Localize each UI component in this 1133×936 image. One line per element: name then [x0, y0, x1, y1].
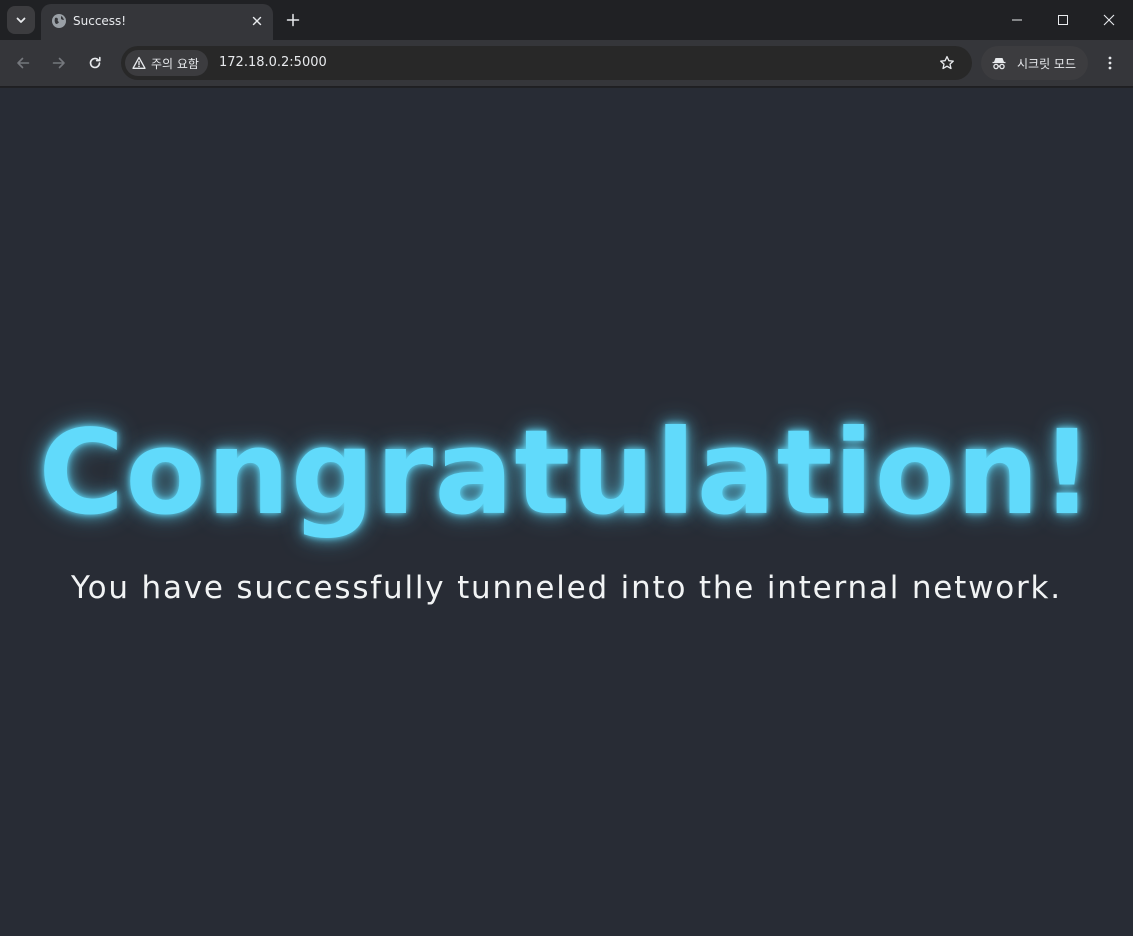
forward-button[interactable] [47, 51, 71, 75]
arrow-right-icon [52, 57, 65, 69]
browser-title-bar: Success! [0, 0, 1133, 40]
plus-icon [286, 13, 300, 27]
close-icon [1103, 14, 1115, 26]
star-icon [940, 55, 954, 70]
warning-icon [132, 56, 146, 69]
new-tab-button[interactable] [282, 9, 304, 31]
chevron-down-icon [16, 17, 26, 23]
bookmark-button[interactable] [938, 54, 956, 72]
url-text[interactable]: 172.18.0.2:5000 [219, 55, 327, 70]
arrow-left-icon [17, 57, 30, 69]
success-message: You have successfully tunneled into the … [71, 570, 1062, 606]
incognito-icon [992, 58, 1006, 70]
success-hero: Congratulation! You have successfully tu… [0, 88, 1133, 936]
close-window-button[interactable] [1086, 0, 1132, 40]
maximize-button[interactable] [1040, 0, 1086, 40]
browser-menu-button[interactable] [1098, 51, 1122, 75]
minimize-icon [1012, 19, 1022, 21]
back-button[interactable] [11, 51, 35, 75]
active-tab[interactable]: Success! [41, 4, 273, 40]
maximize-icon [1058, 15, 1068, 25]
reload-button[interactable] [83, 51, 107, 75]
globe-icon [52, 14, 66, 28]
tab-title: Success! [73, 14, 127, 28]
close-icon [252, 16, 262, 26]
incognito-indicator[interactable]: 시크릿 모드 [981, 46, 1088, 80]
tab-search-button[interactable] [7, 6, 35, 34]
minimize-button[interactable] [994, 0, 1040, 40]
incognito-label: 시크릿 모드 [1017, 57, 1077, 71]
congratulation-heading: Congratulation! [38, 404, 1095, 541]
security-warning-label: 주의 요함 [151, 56, 199, 71]
page-viewport: Congratulation! You have successfully tu… [0, 88, 1133, 936]
tab-close-button[interactable] [248, 12, 266, 30]
kebab-menu-icon [1108, 56, 1112, 70]
reload-icon [89, 56, 101, 69]
browser-toolbar: 주의 요함 172.18.0.2:5000 시크릿 모드 [0, 40, 1133, 87]
address-bar[interactable]: 주의 요함 172.18.0.2:5000 [121, 46, 972, 80]
